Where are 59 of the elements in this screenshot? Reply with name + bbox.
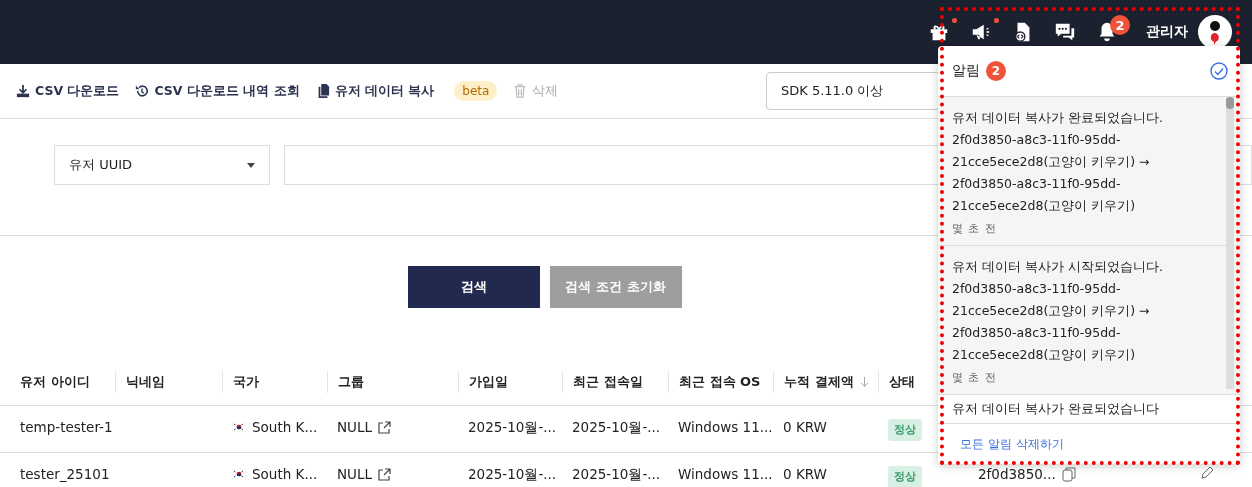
- table-cell-text: Windows 11...: [677, 466, 773, 482]
- caret-icon: [247, 162, 255, 168]
- external-link-icon[interactable]: [378, 467, 392, 481]
- beta-badge: beta: [454, 81, 498, 101]
- notification-item[interactable]: 유저 데이터 복사가 완료되었습니다. 2f0d3850-a8c3-11f0-95dd-21cce5ece2d8(고양이 키우기) → 2f0d3850-a8c3-11f0-95dd-21cce5ece2d8(고양이 키우기) 몇 초 전: [938, 97, 1240, 246]
- user-name[interactable]: 관리자: [1146, 23, 1188, 41]
- notification-item[interactable]: 유저 데이터 복사가 시작되었습니다. 2f0d3850-a8c3-11f0-95dd-21cce5ece2d8(고양이 키우기) → 2f0d3850-a8c3-11f0-95dd-21cce5ece2d8(고양이 키우기) 몇 초 전: [938, 246, 1240, 395]
- search-button[interactable]: 검색: [407, 266, 540, 308]
- notification-message: 유저 데이터 복사가 완료되었습니다: [952, 400, 1160, 418]
- country-text: South K...: [252, 466, 318, 482]
- panel-title: 알림: [952, 62, 980, 80]
- country-text: South K...: [252, 419, 318, 435]
- trash-icon: [513, 84, 528, 98]
- chat-icon[interactable]: [1054, 21, 1076, 43]
- flag-icon: [232, 422, 246, 432]
- status-badge: 정상: [888, 466, 922, 487]
- check-circle-icon[interactable]: [1210, 62, 1228, 80]
- field-select[interactable]: 유저 UUID: [54, 145, 270, 185]
- history-icon: [135, 84, 150, 98]
- table-cell-text: 2025-10월-...: [571, 419, 662, 435]
- column-header[interactable]: 유저 아이디: [20, 372, 90, 391]
- column-header[interactable]: 닉네임: [126, 372, 165, 391]
- table-cell-text: temp-tester-1: [19, 419, 114, 435]
- download-button[interactable]: CSV 다운로드: [16, 82, 120, 100]
- column-header[interactable]: 최근 접속 OS: [679, 372, 761, 391]
- group-text: NULL: [337, 419, 373, 435]
- notification-item[interactable]: 유저 데이터 복사가 완료되었습니다: [938, 395, 1240, 423]
- column-header[interactable]: 가입일: [469, 372, 508, 391]
- clear-all-link[interactable]: 모든 알림 삭제하기: [960, 435, 1064, 453]
- table-cell-text: tester_25101: [19, 466, 111, 482]
- scroll-track[interactable]: [1226, 97, 1234, 389]
- table-cell-text: 2025-10월-...: [467, 419, 558, 435]
- notification-message: 유저 데이터 복사가 시작되었습니다. 2f0d3850-a8c3-11f0-95dd-21cce5ece2d8(고양이 키우기) → 2f0d3850-a8c3-11f0-95dd-21cce5ece2d8(고양이 키우기): [952, 258, 1164, 364]
- history-button[interactable]: CSV 다운로드 내역 조회: [135, 82, 300, 100]
- column-header[interactable]: 누적 결제액: [784, 372, 854, 391]
- copy-button[interactable]: 유저 데이터 복사: [315, 82, 435, 100]
- column-header[interactable]: 상태: [889, 372, 915, 391]
- table-cell-text: 2025-10월-...: [467, 466, 558, 482]
- notification-time: 몇 초 전: [952, 370, 998, 385]
- table-cell-text: 0 KRW: [782, 419, 828, 435]
- group-text: NULL: [337, 466, 373, 482]
- download-icon: [16, 84, 30, 98]
- copy-icon[interactable]: [1061, 466, 1076, 482]
- column-header[interactable]: 그룹: [338, 372, 364, 391]
- uuid-text: 2f0d3850...: [978, 466, 1056, 482]
- external-link-icon[interactable]: [378, 420, 392, 434]
- notification-time: 몇 초 전: [952, 221, 998, 236]
- notification-message: 유저 데이터 복사가 완료되었습니다. 2f0d3850-a8c3-11f0-95dd-21cce5ece2d8(고양이 키우기) → 2f0d3850-a8c3-11f0-95dd-21cce5ece2d8(고양이 키우기): [952, 109, 1164, 215]
- table-cell-text: 2025-10월-...: [571, 466, 662, 482]
- status-badge: 정상: [888, 419, 922, 441]
- column-header[interactable]: 국가: [233, 372, 259, 391]
- table-cell-text: Windows 11...: [677, 419, 773, 435]
- pencil-icon[interactable]: [1200, 466, 1214, 480]
- table-cell-text: 0 KRW: [782, 466, 828, 482]
- count-badge: 2: [986, 61, 1006, 81]
- flag-icon: [232, 469, 246, 479]
- column-header[interactable]: 최근 접속일: [573, 372, 643, 391]
- scroll-thumb[interactable]: [1226, 97, 1234, 109]
- count-badge: 2: [1110, 15, 1130, 35]
